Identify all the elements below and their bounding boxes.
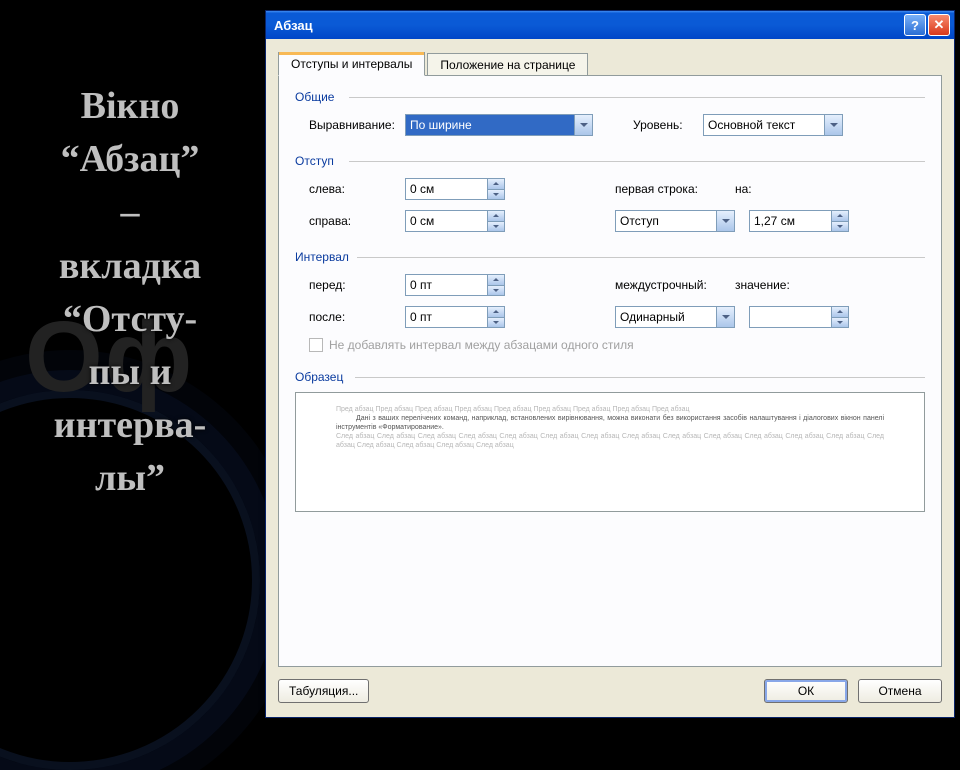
group-label-interval: Интервал: [295, 250, 925, 264]
line-spacing-combo[interactable]: [615, 306, 735, 328]
group-general: Общие Выравнивание: Уровень:: [295, 90, 925, 136]
cancel-button[interactable]: Отмена: [858, 679, 942, 703]
tabs-button[interactable]: Табуляция...: [278, 679, 369, 703]
chevron-up-icon[interactable]: [832, 307, 848, 317]
chevron-down-icon[interactable]: [488, 189, 504, 200]
first-line-combo[interactable]: [615, 210, 735, 232]
label-by: на:: [735, 182, 775, 196]
label-before: перед:: [295, 278, 405, 292]
label-value: значение:: [735, 278, 805, 292]
group-sample: Образец Пред абзац Пред абзац Пред абзац…: [295, 370, 925, 512]
chevron-down-icon[interactable]: [488, 221, 504, 232]
indent-left-value[interactable]: [406, 179, 487, 199]
line-spacing-value[interactable]: [616, 307, 716, 327]
indent-right-spin[interactable]: [405, 210, 505, 232]
first-line-value[interactable]: [616, 211, 716, 231]
label-level: Уровень:: [633, 118, 703, 132]
preview-box: Пред абзац Пред абзац Пред абзац Пред аб…: [295, 392, 925, 512]
slide-background: Оф Вікно “Абзац” – вкладка “Отсту- пы и …: [0, 0, 280, 720]
before-value[interactable]: [406, 275, 487, 295]
titlebar[interactable]: Абзац ? ✕: [266, 11, 954, 39]
level-combo[interactable]: [703, 114, 843, 136]
dialog-buttons: Табуляция... ОК Отмена: [266, 667, 954, 717]
chevron-down-icon[interactable]: [488, 317, 504, 328]
chevron-up-icon[interactable]: [488, 275, 504, 285]
label-first-line: первая строка:: [615, 182, 735, 196]
alignment-value[interactable]: [406, 115, 574, 135]
tabstrip: Отступы и интервалы Положение на страниц…: [278, 49, 942, 75]
group-interval: Интервал перед: междустрочный: значение:…: [295, 250, 925, 352]
label-after: после:: [295, 310, 405, 324]
chevron-up-icon[interactable]: [488, 211, 504, 221]
label-right: справа:: [295, 214, 405, 228]
no-space-checkbox[interactable]: [309, 338, 323, 352]
chevron-up-icon[interactable]: [488, 179, 504, 189]
label-line-spacing: междустрочный:: [615, 278, 735, 292]
label-alignment: Выравнивание:: [295, 118, 405, 132]
group-label-general: Общие: [295, 90, 925, 104]
indent-right-value[interactable]: [406, 211, 487, 231]
chevron-down-icon[interactable]: [488, 285, 504, 296]
dialog-client: Отступы и интервалы Положение на страниц…: [266, 39, 954, 667]
after-spin[interactable]: [405, 306, 505, 328]
level-value[interactable]: [704, 115, 824, 135]
chevron-up-icon[interactable]: [832, 211, 848, 221]
by-spin[interactable]: [749, 210, 849, 232]
paragraph-dialog: Абзац ? ✕ Отступы и интервалы Положение …: [265, 10, 955, 718]
chevron-down-icon[interactable]: [824, 115, 842, 135]
slide-caption: Вікно “Абзац” – вкладка “Отсту- пы и инт…: [0, 80, 260, 506]
no-space-row: Не добавлять интервал между абзацами одн…: [295, 338, 925, 352]
chevron-down-icon[interactable]: [832, 317, 848, 328]
before-spin[interactable]: [405, 274, 505, 296]
group-indent: Отступ слева: первая строка: на: справа:: [295, 154, 925, 232]
chevron-up-icon[interactable]: [488, 307, 504, 317]
no-space-label: Не добавлять интервал между абзацами одн…: [329, 338, 634, 352]
chevron-down-icon[interactable]: [716, 307, 734, 327]
close-button[interactable]: ✕: [928, 14, 950, 36]
help-button[interactable]: ?: [904, 14, 926, 36]
after-value[interactable]: [406, 307, 487, 327]
tab-indents[interactable]: Отступы и интервалы: [278, 52, 425, 76]
spacing-value[interactable]: [750, 307, 831, 327]
tab-panel: Общие Выравнивание: Уровень:: [278, 75, 942, 667]
ok-button[interactable]: ОК: [764, 679, 848, 703]
window-title: Абзац: [274, 18, 902, 33]
by-value[interactable]: [750, 211, 831, 231]
indent-left-spin[interactable]: [405, 178, 505, 200]
value-spin[interactable]: [749, 306, 849, 328]
group-label-indent: Отступ: [295, 154, 925, 168]
alignment-combo[interactable]: [405, 114, 593, 136]
group-label-sample: Образец: [295, 370, 925, 384]
tab-position[interactable]: Положение на странице: [427, 53, 588, 76]
label-left: слева:: [295, 182, 405, 196]
chevron-down-icon[interactable]: [574, 115, 592, 135]
chevron-down-icon[interactable]: [716, 211, 734, 231]
chevron-down-icon[interactable]: [832, 221, 848, 232]
